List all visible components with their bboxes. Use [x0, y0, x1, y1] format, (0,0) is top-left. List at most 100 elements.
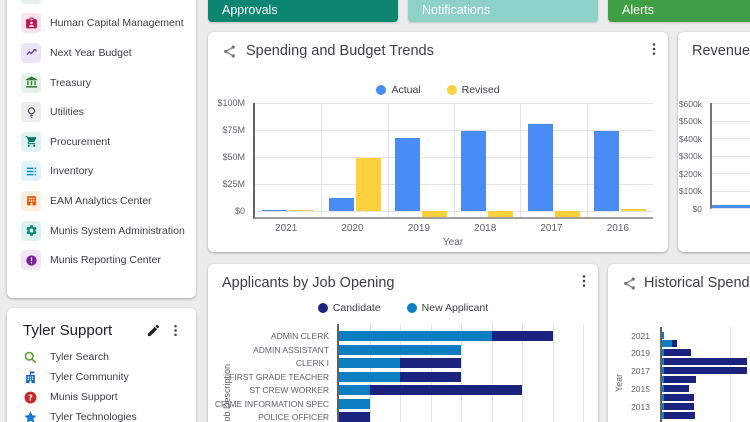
sidebar-item-next-year-budget[interactable]: Next Year Budget: [7, 38, 196, 68]
sidebar-item-utilities[interactable]: Utilities: [7, 97, 196, 127]
badge-icon: [25, 17, 38, 30]
gridline: [712, 120, 750, 122]
icon-box: [21, 250, 41, 271]
kebab-menu-icon[interactable]: [164, 319, 186, 341]
sidebar-item-inventory[interactable]: Inventory: [7, 157, 196, 187]
bar-row-police-officer: [339, 412, 370, 422]
legend-item-actual: Actual: [376, 84, 421, 96]
gridline: [583, 324, 584, 422]
sidebar-item-label: Utilities: [50, 106, 84, 119]
category-label: ADMIN ASSISTANT: [253, 344, 329, 355]
bar-revised-2020: [355, 158, 381, 211]
bar-segment-1: [664, 411, 696, 419]
bar-row-2015: [662, 384, 689, 392]
sidebar-item-human-capital-management[interactable]: Human Capital Management: [7, 9, 196, 39]
bar-segment-1: [664, 402, 694, 410]
legend-label: New Applicant: [421, 302, 489, 314]
bar-segment-0: [662, 340, 673, 348]
trend-icon: [25, 46, 38, 59]
x-tick-label: 2016: [606, 223, 629, 234]
icon-box: [21, 190, 41, 211]
bar-segment-0: [662, 331, 665, 339]
support-item-munis-support[interactable]: ? Munis Support: [7, 387, 196, 407]
sidebar-item-label: Munis Reporting Center: [50, 254, 161, 267]
bar-actual-2021: [262, 209, 288, 211]
support-item-label: Tyler Community: [50, 371, 129, 383]
sidebar-item-eam-analytics-center[interactable]: EAM Analytics Center: [7, 186, 196, 216]
applicants-by-job-opening-card: Applicants by Job Opening Candidate New A…: [208, 264, 598, 422]
category-label: ADMIN CLERK: [270, 331, 329, 341]
category-label: 2017: [631, 366, 650, 377]
y-tick-label: $50M: [222, 152, 245, 162]
bar-row-2017: [662, 367, 747, 375]
share-icon[interactable]: [622, 276, 637, 296]
gridline: [586, 103, 588, 217]
gridline: [520, 103, 522, 217]
gridline: [321, 103, 323, 217]
legend-item-new-applicant: New Applicant: [406, 302, 489, 314]
sidebar-item-treasury[interactable]: Treasury: [7, 68, 196, 98]
community-icon: [23, 370, 38, 385]
legend-label: Actual: [391, 84, 421, 96]
gear-icon: [25, 224, 38, 237]
spending-y-axis: $100M $75M $50M $25M $0: [208, 98, 250, 219]
sidebar-item-munis-reporting-center[interactable]: Munis Reporting Center: [7, 245, 196, 275]
bar-segment-new-applicant: [339, 358, 400, 368]
kebab-menu-icon[interactable]: [646, 41, 662, 62]
gridline: [712, 173, 750, 174]
revenue-plot: [710, 103, 750, 209]
bar-segment-new-applicant: [339, 371, 400, 382]
bar-revised-2019: [421, 211, 447, 218]
legend-item-revised: Revised: [446, 84, 500, 96]
bar-row-2020: [662, 340, 677, 348]
y-tick-label: $25M: [222, 179, 245, 189]
legend-dot: [317, 303, 328, 313]
bank-icon: [25, 76, 38, 89]
tab-approvals[interactable]: Approvals: [208, 0, 398, 22]
bar-row-2021: [662, 331, 665, 339]
tab-notifications[interactable]: Notifications: [408, 0, 598, 22]
bar-row-crime-information-spec: [339, 398, 370, 409]
category-label: FIRST GRADE TEACHER: [229, 371, 329, 382]
search-icon: [23, 350, 38, 365]
sidebar-item-procurement[interactable]: Procurement: [7, 127, 196, 157]
sidebar-item-label: EAM Analytics Center: [50, 194, 152, 207]
edit-icon[interactable]: [142, 319, 164, 341]
support-item-tyler-search[interactable]: Tyler Search: [7, 347, 196, 367]
tyler-support-title: Tyler Support: [23, 321, 113, 339]
tab-alerts[interactable]: Alerts: [608, 0, 750, 22]
historical-category-labels: 2021 2019 2017 2015 2013: [608, 327, 655, 422]
sidebar-item-partial[interactable]: [7, 0, 196, 9]
spending-plot: [253, 103, 653, 219]
revenue-card-title: Revenue Col: [692, 43, 750, 59]
bar-segment-1: [672, 340, 677, 348]
category-label: 2021: [631, 330, 650, 341]
support-item-label: Tyler Technologies: [50, 411, 137, 422]
revenue-y-axis: $600k $500k $400k $300k $200k $100k $0: [678, 99, 707, 214]
bar-segment-candidate: [339, 412, 370, 422]
y-tick-label: $0: [234, 206, 245, 216]
tyler-support-list: Tyler Search Tyler Community? Munis Suppor…: [7, 347, 196, 422]
sidebar-item-label: Inventory: [50, 165, 94, 178]
gridline: [552, 324, 554, 422]
spending-legend: Actual Revised: [208, 84, 668, 96]
bar-revised-2016: [620, 208, 646, 211]
help-icon: ?: [23, 390, 38, 405]
bar-segment-1: [664, 384, 689, 392]
kebab-menu-icon[interactable]: [576, 273, 592, 294]
support-item-tyler-technologies[interactable]: Tyler Technologies: [7, 407, 196, 422]
bar-actual-2019: [394, 137, 420, 211]
bar-actual-2020: [328, 198, 354, 211]
sidebar-menu-card: Human Capital Management Next Year Budget…: [7, 0, 196, 298]
spending-card-title: Spending and Budget Trends: [246, 43, 434, 59]
share-icon[interactable]: [222, 44, 237, 64]
bar-segment-candidate: [400, 358, 461, 368]
bar-revised-2021: [289, 209, 315, 211]
sidebar-item-munis-system-administration[interactable]: Munis System Administration: [7, 216, 196, 246]
historical-spending-card: Historical Spending T Year 2021201920172…: [608, 264, 750, 422]
bar-row-clerk-i: [339, 358, 461, 368]
bar-actual-2016: [593, 131, 619, 211]
support-item-tyler-community[interactable]: Tyler Community: [7, 367, 196, 387]
support-item-label: Munis Support: [50, 391, 118, 403]
icon-box: [21, 42, 41, 63]
